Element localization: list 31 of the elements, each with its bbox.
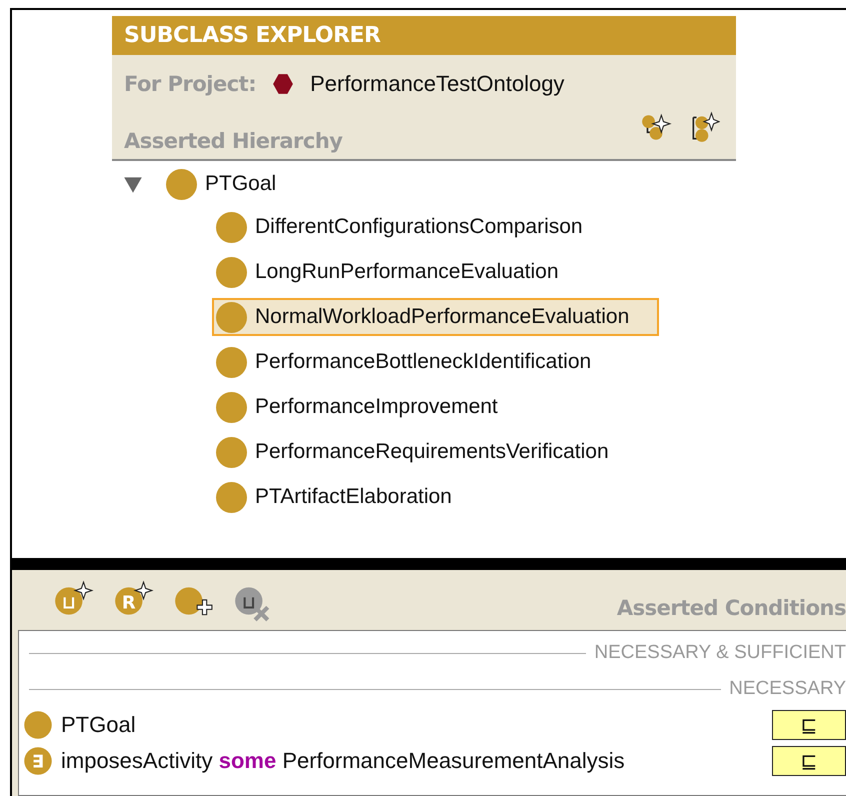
tree-item[interactable]: PerformanceBottleneckIdentification	[212, 343, 622, 381]
class-icon	[216, 302, 247, 332]
class-icon	[216, 212, 247, 242]
section-title: Asserted Hierarchy	[124, 129, 342, 153]
class-icon	[166, 168, 197, 200]
subclass-marker[interactable]: ⊑	[772, 746, 846, 776]
class-icon	[216, 436, 247, 468]
class-icon	[216, 346, 247, 378]
condition-text[interactable]: PTGoal	[61, 712, 772, 738]
section-title: Asserted Conditions	[616, 596, 846, 620]
condition-text[interactable]: imposesActivity some PerformanceMeasurementAnalysis	[61, 748, 772, 774]
exists-icon: ∃	[23, 746, 53, 776]
subclass-marker[interactable]: ⊑	[772, 710, 846, 740]
tree-item[interactable]: PTArtifactElaboration	[212, 478, 482, 516]
panel-title: SUBCLASS EXPLORER	[112, 16, 736, 55]
tree-item[interactable]: PerformanceRequirementsVerification	[212, 433, 639, 471]
group-header: NECESSARY & SUFFICIENT	[594, 642, 846, 664]
tree-item[interactable]: DifferentConfigurationsComparison	[212, 208, 613, 246]
group-header: NECESSARY	[729, 678, 846, 700]
project-name: PerformanceTestOntology	[310, 71, 564, 97]
class-icon	[216, 392, 247, 422]
class-icon	[216, 256, 247, 288]
tree-item[interactable]: PerformanceImprovement	[212, 388, 528, 426]
hexagon-icon	[272, 73, 294, 95]
tree-item[interactable]: NormalWorkloadPerformanceEvaluation	[212, 298, 660, 336]
add-subclass-icon[interactable]	[640, 111, 672, 143]
tree-item[interactable]: PTGoal	[205, 172, 276, 196]
tree-item[interactable]: LongRunPerformanceEvaluation	[212, 253, 589, 291]
class-icon	[23, 710, 53, 740]
project-label: For Project:	[124, 72, 256, 96]
class-icon	[216, 482, 247, 512]
